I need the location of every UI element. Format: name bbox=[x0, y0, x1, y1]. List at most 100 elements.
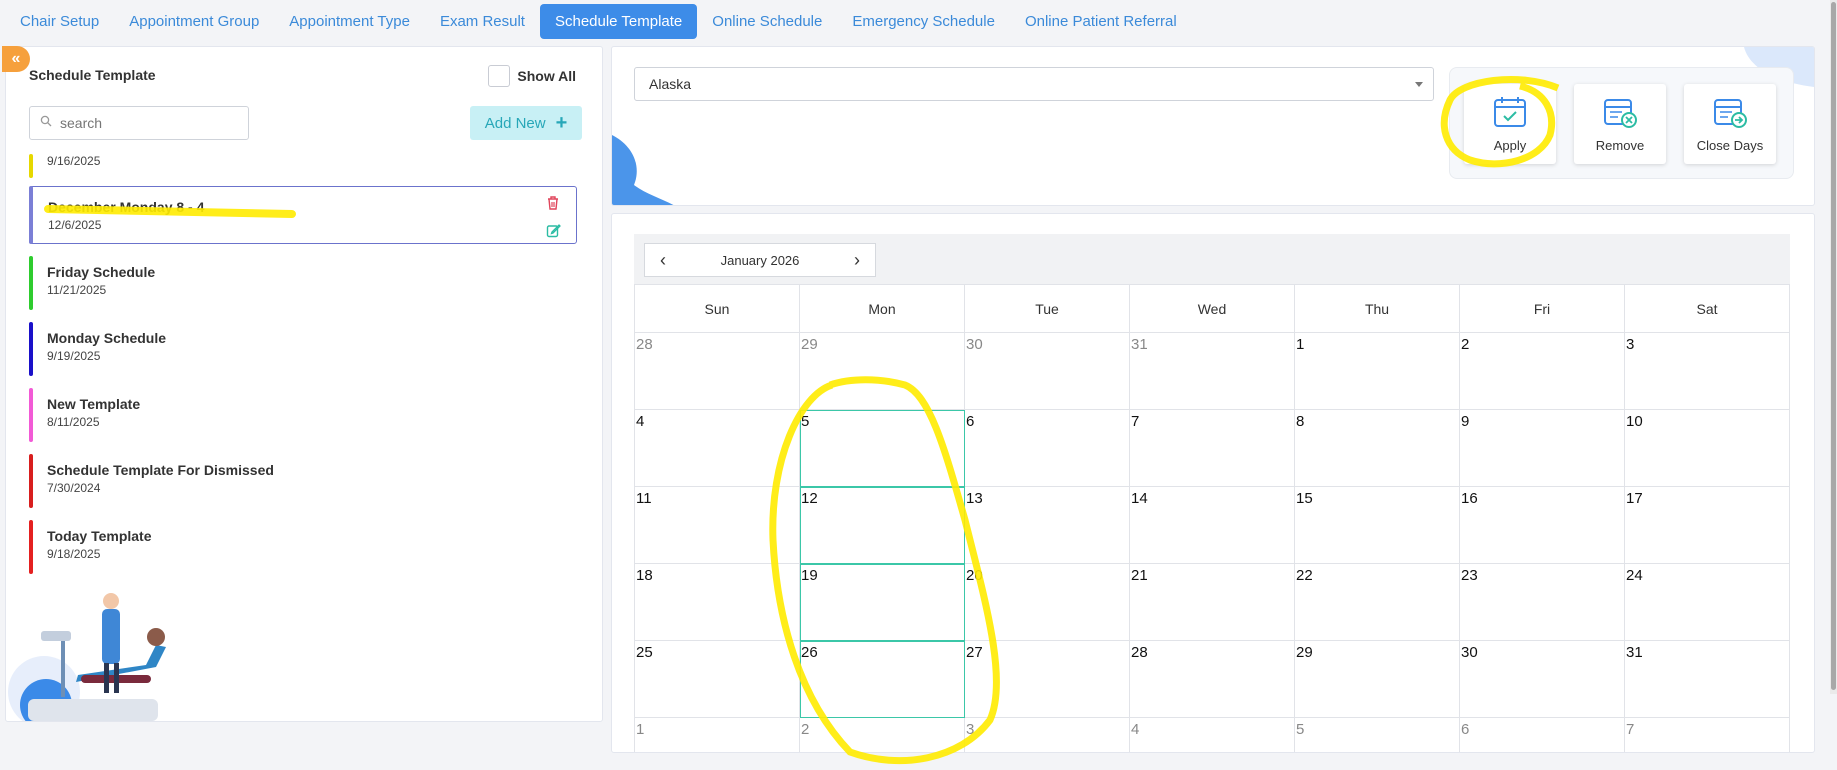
calendar-day-cell[interactable]: 5 bbox=[800, 410, 965, 487]
template-name: Monday Schedule bbox=[47, 330, 167, 346]
weekday-header: Tue bbox=[965, 285, 1130, 333]
template-color-bar bbox=[29, 322, 33, 376]
trash-icon[interactable] bbox=[546, 195, 561, 215]
calendar-day-cell[interactable]: 26 bbox=[800, 641, 965, 718]
calendar-day-cell[interactable]: 16 bbox=[1460, 487, 1625, 564]
tab-online-patient-referral[interactable]: Online Patient Referral bbox=[1010, 4, 1192, 39]
calendar-day-cell[interactable]: 17 bbox=[1625, 487, 1790, 564]
template-color-bar bbox=[29, 256, 33, 310]
edit-icon[interactable] bbox=[546, 223, 561, 243]
template-name: Today Template bbox=[47, 528, 152, 544]
tab-emergency-schedule[interactable]: Emergency Schedule bbox=[837, 4, 1010, 39]
calendar-day-cell[interactable]: 29 bbox=[1295, 641, 1460, 718]
search-input[interactable] bbox=[60, 115, 230, 131]
template-date: 9/19/2025 bbox=[47, 349, 101, 363]
show-all-toggle[interactable]: Show All bbox=[488, 65, 576, 87]
tab-appointment-group[interactable]: Appointment Group bbox=[114, 4, 274, 39]
template-color-bar bbox=[29, 186, 33, 244]
calendar-day-cell[interactable]: 10 bbox=[1625, 410, 1790, 487]
search-box[interactable] bbox=[29, 106, 249, 140]
calendar-panel: ‹ January 2026 › Sun Mon Tue Wed Thu Fri Sat 28… bbox=[611, 213, 1815, 753]
tab-online-schedule[interactable]: Online Schedule bbox=[697, 4, 837, 39]
calendar-day-cell[interactable]: 25 bbox=[635, 641, 800, 718]
next-month-button[interactable]: › bbox=[849, 250, 865, 271]
collapse-panel-button[interactable]: « bbox=[2, 46, 30, 72]
add-new-button[interactable]: Add New + bbox=[470, 106, 582, 140]
calendar-day-cell[interactable]: 1 bbox=[635, 718, 800, 752]
calendar-day-cell[interactable]: 14 bbox=[1130, 487, 1295, 564]
tab-appointment-type[interactable]: Appointment Type bbox=[274, 4, 425, 39]
calendar-day-cell[interactable]: 8 bbox=[1295, 410, 1460, 487]
weekday-header: Thu bbox=[1295, 285, 1460, 333]
calendar-day-cell[interactable]: 19 bbox=[800, 564, 965, 641]
calendar-day-cell[interactable]: 13 bbox=[965, 487, 1130, 564]
vertical-scrollbar[interactable] bbox=[1830, 0, 1837, 694]
template-item[interactable]: Monday Schedule 9/19/2025 bbox=[29, 318, 577, 376]
calendar-day-cell[interactable]: 31 bbox=[1625, 641, 1790, 718]
calendar-toolbar: ‹ January 2026 › bbox=[634, 234, 1790, 284]
tab-chair-setup[interactable]: Chair Setup bbox=[5, 4, 114, 39]
scrollbar-thumb[interactable] bbox=[1831, 2, 1836, 690]
calendar-day-cell[interactable]: 30 bbox=[1460, 641, 1625, 718]
calendar-day-cell[interactable]: 6 bbox=[965, 410, 1130, 487]
template-color-bar bbox=[29, 454, 33, 508]
calendar-day-cell[interactable]: 9 bbox=[1460, 410, 1625, 487]
weekday-header: Mon bbox=[800, 285, 965, 333]
tab-schedule-template[interactable]: Schedule Template bbox=[539, 3, 698, 39]
plus-icon: + bbox=[555, 111, 568, 134]
calendar-day-cell[interactable]: 5 bbox=[1295, 718, 1460, 752]
calendar-day-cell[interactable]: 31 bbox=[1130, 333, 1295, 410]
calendar-day-cell[interactable]: 27 bbox=[965, 641, 1130, 718]
calendar-day-cell[interactable]: 29 bbox=[800, 333, 965, 410]
template-date: 9/18/2025 bbox=[47, 547, 101, 561]
calendar-day-cell[interactable]: 3 bbox=[965, 718, 1130, 752]
close-days-button[interactable]: Close Days bbox=[1684, 84, 1776, 164]
calendar-day-cell[interactable]: 30 bbox=[965, 333, 1130, 410]
calendar-day-cell[interactable]: 6 bbox=[1460, 718, 1625, 752]
template-item[interactable]: New Template 8/11/2025 bbox=[29, 384, 577, 442]
calendar-close-icon bbox=[1712, 95, 1748, 132]
calendar-day-cell[interactable]: 20 bbox=[965, 564, 1130, 641]
template-item[interactable]: Today Template 9/18/2025 bbox=[29, 516, 577, 574]
show-all-checkbox[interactable] bbox=[488, 65, 511, 87]
calendar-day-cell[interactable]: 28 bbox=[635, 333, 800, 410]
calendar-day-cell[interactable]: 22 bbox=[1295, 564, 1460, 641]
calendar-day-cell[interactable]: 7 bbox=[1625, 718, 1790, 752]
month-label: January 2026 bbox=[720, 252, 800, 268]
calendar-day-cell[interactable]: 15 bbox=[1295, 487, 1460, 564]
calendar-day-cell[interactable]: 18 bbox=[635, 564, 800, 641]
dentist-illustration bbox=[8, 593, 166, 721]
show-all-label: Show All bbox=[517, 68, 576, 84]
template-item[interactable]: December Monday 8 - 4 12/6/2025 bbox=[29, 186, 577, 244]
calendar-day-cell[interactable]: 1 bbox=[1295, 333, 1460, 410]
weekday-header: Fri bbox=[1460, 285, 1625, 333]
template-item[interactable]: Friday Schedule 11/21/2025 bbox=[29, 252, 577, 310]
template-color-bar bbox=[29, 154, 33, 178]
calendar-day-cell[interactable]: 4 bbox=[1130, 718, 1295, 752]
state-select[interactable]: Alaska bbox=[634, 67, 1434, 101]
calendar-day-cell[interactable]: 7 bbox=[1130, 410, 1295, 487]
apply-button[interactable]: Apply bbox=[1464, 84, 1556, 164]
close-days-label: Close Days bbox=[1696, 138, 1764, 153]
calendar-day-cell[interactable]: 28 bbox=[1130, 641, 1295, 718]
calendar-day-cell[interactable]: 21 bbox=[1130, 564, 1295, 641]
template-actions-panel: Alaska Apply Remove Close Days bbox=[611, 46, 1815, 206]
template-list: 9/16/2025 December Monday 8 - 4 12/6/2025 F… bbox=[29, 151, 577, 582]
prev-month-button[interactable]: ‹ bbox=[655, 250, 671, 271]
tab-exam-result[interactable]: Exam Result bbox=[425, 4, 540, 39]
calendar-day-cell[interactable]: 2 bbox=[1460, 333, 1625, 410]
calendar-day-cell[interactable]: 12 bbox=[800, 487, 965, 564]
calendar-day-cell[interactable]: 23 bbox=[1460, 564, 1625, 641]
remove-button[interactable]: Remove bbox=[1574, 84, 1666, 164]
calendar-day-cell[interactable]: 4 bbox=[635, 410, 800, 487]
calendar-day-cell[interactable]: 11 bbox=[635, 487, 800, 564]
calendar-day-cell[interactable]: 24 bbox=[1625, 564, 1790, 641]
template-item[interactable]: 9/16/2025 bbox=[29, 154, 577, 178]
template-name: Friday Schedule bbox=[47, 264, 156, 280]
panel-title: Schedule Template bbox=[29, 67, 156, 83]
calendar-day-cell[interactable]: 3 bbox=[1625, 333, 1790, 410]
calendar-remove-icon bbox=[1602, 95, 1638, 132]
calendar-day-cell[interactable]: 2 bbox=[800, 718, 965, 752]
remove-label: Remove bbox=[1595, 138, 1645, 153]
template-item[interactable]: Schedule Template For Dismissed 7/30/2024 bbox=[29, 450, 577, 508]
